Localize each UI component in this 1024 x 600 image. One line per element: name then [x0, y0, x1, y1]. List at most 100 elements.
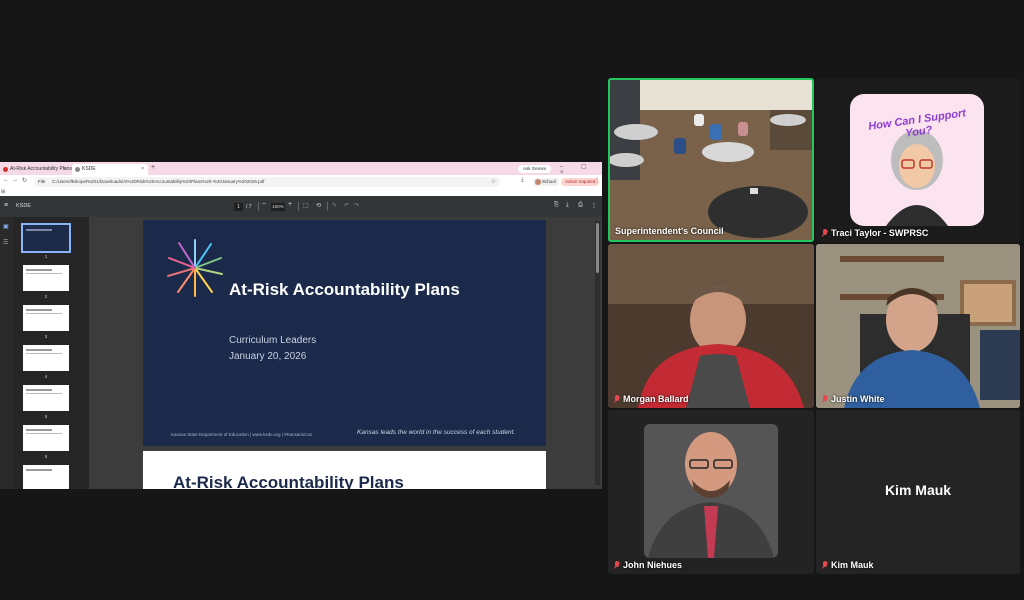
address-toolbar: ← → ↻ File C:/Users/lkskopel%201/Downloa…: [0, 175, 602, 189]
thumbnail-page-7[interactable]: [23, 465, 69, 489]
slide-title: At-Risk Accountability Plans: [229, 280, 460, 299]
zoom-out-button[interactable]: −: [262, 201, 266, 208]
participant-name-text: Traci Taylor - SWPRSC: [831, 228, 929, 238]
thumbnail-number: 5: [44, 414, 48, 419]
pdf-scrollbar[interactable]: [595, 221, 600, 485]
forward-button[interactable]: →: [12, 177, 18, 183]
participant-name-text: John Niehues: [623, 560, 683, 570]
video-tile-morgan[interactable]: Morgan Ballard: [608, 244, 814, 408]
apps-grid-icon[interactable]: ⊞: [1, 189, 5, 196]
pdf-side-strip: ▣ ☰: [0, 217, 13, 489]
tab-ksde[interactable]: KSDE ×: [72, 164, 148, 175]
thumbnail-line: [26, 469, 52, 471]
toolbar-divider: [327, 202, 328, 211]
thumbnail-line: [26, 393, 62, 394]
video-tile-justin[interactable]: Justin White: [816, 244, 1020, 408]
pdf-title: KSDE: [16, 203, 31, 209]
slide-footer: Kansas State Department of Education | w…: [171, 432, 313, 437]
video-tile-council[interactable]: Superintendent's Council: [608, 78, 814, 242]
thumbnail-line: [26, 429, 52, 431]
thumbnail-line: [26, 273, 62, 274]
thumbnail-line: [26, 269, 52, 271]
more-options-icon[interactable]: ⋮: [591, 202, 597, 209]
participant-center-name: Kim Mauk: [884, 482, 952, 498]
video-tile-kim[interactable]: Kim Mauk Kim Mauk: [816, 410, 1020, 574]
video-tile-traci[interactable]: How Can I Support You? Traci Taylor - SW…: [816, 78, 1020, 242]
tab-label: KSDE: [82, 166, 96, 172]
print-icon[interactable]: ⎙: [578, 202, 583, 209]
participant-name-text: Justin White: [831, 394, 885, 404]
video-tile-john[interactable]: John Niehues: [608, 410, 814, 574]
toolbar-divider: [298, 202, 299, 211]
participant-name-text: Kim Mauk: [831, 560, 874, 570]
photo-john: [644, 424, 778, 558]
thumbnail-number: 6: [44, 454, 48, 459]
thumbnail-page-2[interactable]: [23, 265, 69, 291]
reload-button[interactable]: ↻: [22, 177, 27, 184]
meeting-window: At-Risk Accountability Plans × KSDE × + …: [0, 0, 1024, 600]
url-text[interactable]: C:/Users/lkskopel%201/Downloads/At%20Ris…: [52, 178, 264, 186]
globe-favicon-icon: [75, 167, 80, 172]
thumbnail-line: [26, 349, 52, 351]
bookmarks-bar: ⊞: [0, 189, 602, 196]
thumbnail-number: 4: [44, 374, 48, 379]
undo-icon[interactable]: ↶: [344, 202, 349, 209]
slide-subtitle: Curriculum Leaders: [229, 335, 317, 346]
slide2-title: At-Risk Accountability Plans: [173, 473, 404, 489]
tab-at-risk-plans[interactable]: At-Risk Accountability Plans ×: [0, 164, 72, 175]
back-button[interactable]: ←: [3, 177, 9, 183]
ask-gemini-button[interactable]: Ask Gemini: [518, 165, 552, 173]
thumbnail-line: [26, 389, 52, 391]
address-bar[interactable]: File C:/Users/lkskopel%201/Downloads/At%…: [34, 177, 500, 187]
thumbnail-number: 3: [44, 334, 48, 339]
thumbnail-number: 1: [44, 254, 48, 259]
webcam-justin: [816, 244, 1020, 408]
close-tab-icon[interactable]: ×: [141, 164, 144, 175]
profile-chip[interactable]: School: [533, 178, 559, 186]
thumbnail-page-3[interactable]: [23, 305, 69, 331]
thumbnail-pane: 1 2 3 4 5 6: [13, 217, 89, 489]
participant-name: Justin White: [819, 393, 889, 405]
thumbnail-line: [26, 229, 52, 231]
thumbnail-page-6[interactable]: [23, 425, 69, 451]
thumbnail-line: [26, 313, 62, 314]
participant-name: Traci Taylor - SWPRSC: [819, 227, 932, 239]
file-chip[interactable]: File: [38, 178, 45, 186]
rotate-icon[interactable]: ⟲: [316, 202, 321, 209]
shared-screen: At-Risk Accountability Plans × KSDE × + …: [0, 162, 602, 489]
thumbnail-line: [26, 309, 52, 311]
mic-muted-icon: [822, 395, 828, 403]
zoom-level[interactable]: 100%: [271, 203, 285, 211]
browser-menu-icon[interactable]: ⋮: [594, 177, 600, 184]
save-icon[interactable]: ⎘: [554, 202, 559, 209]
scrollbar-thumb[interactable]: [596, 223, 599, 273]
outline-icon[interactable]: ☰: [3, 239, 10, 246]
slide-page-2: At-Risk Accountability Plans: [143, 451, 546, 489]
pdf-menu-icon[interactable]: ≡: [4, 202, 8, 209]
thumbnails-icon[interactable]: ▣: [3, 223, 10, 230]
fit-page-icon[interactable]: ⬚: [303, 202, 309, 209]
thumbnail-page-4[interactable]: [23, 345, 69, 371]
zoom-in-button[interactable]: +: [288, 201, 292, 208]
participant-name-text: Morgan Ballard: [623, 394, 689, 404]
pdf-toolbar: ≡ KSDE 1 / 7 − 100% + ⬚ ⟲ ✎ ↶ ↷ ⎘ ⤓ ⎙ ⋮: [0, 196, 602, 217]
participant-name: Kim Mauk: [819, 559, 878, 571]
thumbnail-line: [26, 353, 62, 354]
bookmark-star-icon[interactable]: ☆: [491, 178, 496, 185]
draw-icon[interactable]: ✎: [332, 202, 337, 209]
thumbnail-page-1[interactable]: [21, 223, 71, 253]
page-total: / 7: [246, 204, 252, 210]
ksde-star-logo-icon: [167, 239, 223, 297]
downloads-icon[interactable]: ⤓: [521, 177, 524, 184]
thumbnail-page-5[interactable]: [23, 385, 69, 411]
slide-page-1: At-Risk Accountability Plans Curriculum …: [143, 220, 546, 446]
new-tab-button[interactable]: +: [151, 164, 155, 171]
pdf-viewer[interactable]: At-Risk Accountability Plans Curriculum …: [89, 217, 602, 489]
page-number-input[interactable]: 1: [234, 203, 243, 211]
download-icon[interactable]: ⤓: [566, 202, 569, 209]
mic-muted-icon: [822, 229, 828, 237]
redo-icon[interactable]: ↷: [354, 202, 359, 209]
toolbar-divider: [258, 202, 259, 211]
close-tab-icon[interactable]: ×: [63, 164, 66, 175]
slide-date: January 20, 2026: [229, 351, 307, 362]
